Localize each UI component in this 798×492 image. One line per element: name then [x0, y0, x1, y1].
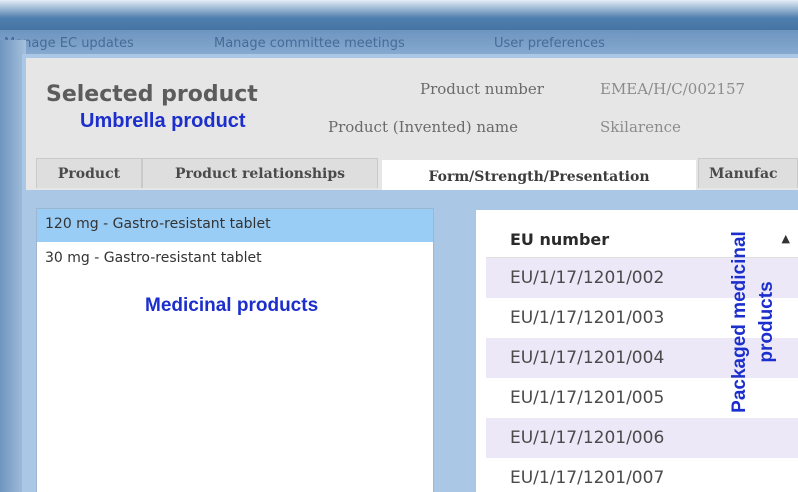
- list-item[interactable]: 120 mg - Gastro-resistant tablet: [37, 209, 433, 242]
- list-item[interactable]: 30 mg - Gastro-resistant tablet: [37, 243, 433, 276]
- column-header-label: EU number: [510, 230, 610, 249]
- medicinal-products-annotation: Medicinal products: [145, 295, 319, 316]
- dialog-header: Selected product Umbrella product Produc…: [26, 58, 798, 166]
- annotation-line: products: [756, 281, 777, 363]
- packaged-products-grid: EU number ▲ EU/1/17/1201/002 EU/1/17/120…: [476, 210, 798, 492]
- tab-form-strength-presentation[interactable]: Form/Strength/Presentation: [382, 160, 696, 192]
- sort-ascending-icon[interactable]: ▲: [782, 232, 790, 245]
- background-menu: Manage EC updates Manage committee meeti…: [0, 30, 798, 54]
- invented-name-label: Product (Invented) name: [328, 118, 519, 136]
- annotation-line: Packaged medicinal: [729, 231, 750, 413]
- umbrella-product-annotation: Umbrella product: [80, 110, 246, 132]
- tab-bar: Product Product relationships Form/Stren…: [26, 156, 798, 192]
- tab-content: 120 mg - Gastro-resistant tablet 30 mg -…: [26, 190, 798, 492]
- background-menu-item[interactable]: Manage committee meetings: [214, 36, 405, 51]
- product-number-label: Product number: [420, 80, 544, 98]
- product-number-value: EMEA/H/C/002157: [600, 80, 746, 98]
- tab-manufacturers[interactable]: Manufac: [698, 158, 798, 188]
- tab-product-relationships[interactable]: Product relationships: [142, 158, 378, 188]
- medicinal-products-list: 120 mg - Gastro-resistant tablet 30 mg -…: [36, 208, 434, 492]
- background-menu-item[interactable]: User preferences: [494, 36, 605, 51]
- packaged-medicinal-products-annotation: Packaged medicinal products: [726, 202, 780, 442]
- table-row[interactable]: EU/1/17/1201/007: [486, 458, 798, 492]
- tab-product[interactable]: Product: [36, 158, 142, 188]
- selected-product-dialog: Selected product Umbrella product Produc…: [22, 54, 798, 492]
- page-title: Selected product: [46, 82, 258, 107]
- invented-name-value: Skilarence: [600, 118, 681, 136]
